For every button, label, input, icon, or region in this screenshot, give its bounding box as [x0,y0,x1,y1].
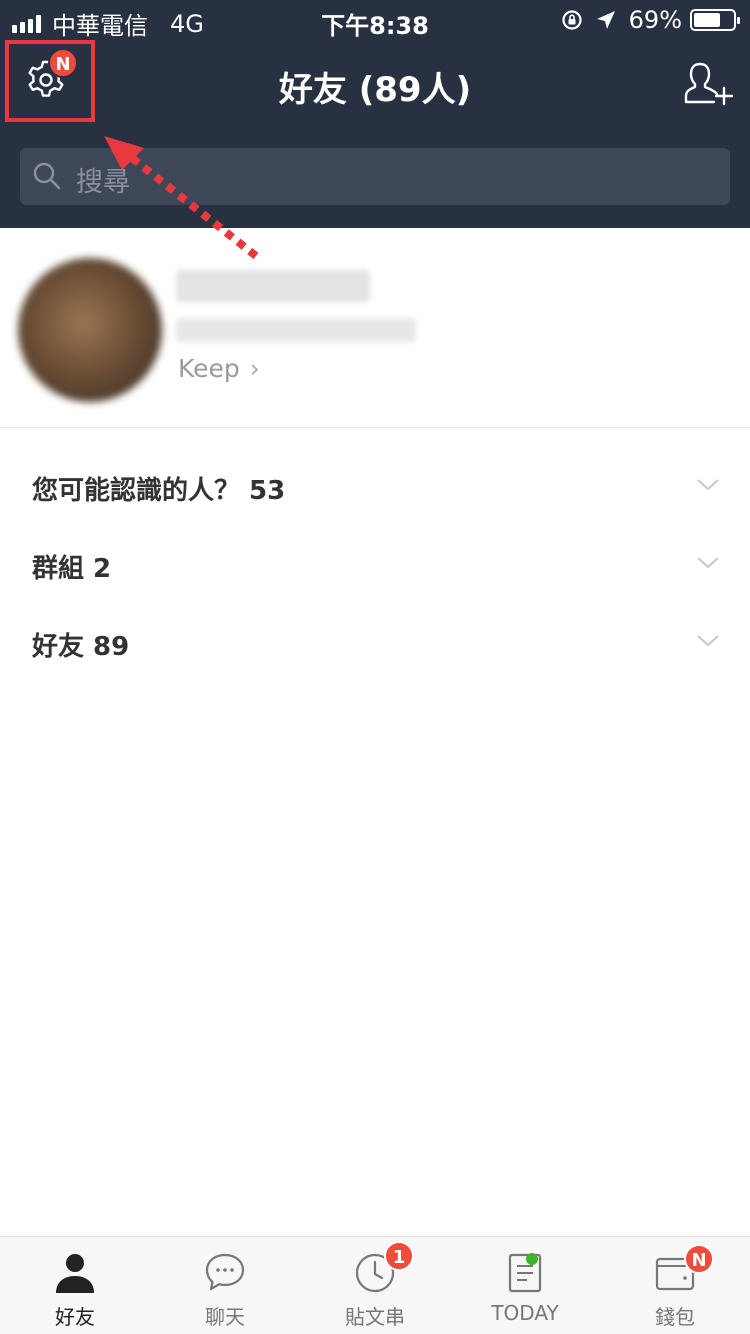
today-new-dot [526,1253,538,1265]
search-input[interactable]: 搜尋 [20,148,730,205]
status-right: 69% [561,6,740,34]
my-profile-row[interactable]: Keep › [0,228,750,428]
timeline-count-badge: 1 [384,1241,414,1271]
chevron-down-icon [697,635,719,647]
header-bar: 中華電信 4G 下午8:38 69% N 好友 (89人) 搜尋 [0,0,750,228]
tab-chats[interactable]: 聊天 [150,1237,300,1334]
wallet-new-badge: N [684,1244,714,1274]
friend-sections: 您可能認識的人？ 53 群組 2 好友 89 [0,448,750,682]
tab-bar: 好友 聊天 貼文串 1 TODAY 錢包 [0,1236,750,1334]
tab-today[interactable]: TODAY [450,1237,600,1334]
tab-wallet[interactable]: 錢包 [600,1237,750,1334]
avatar [18,258,162,402]
person-icon [56,1254,94,1293]
tab-timeline[interactable]: 貼文串 1 [300,1237,450,1334]
battery-fill [694,13,720,27]
chevron-down-icon [697,557,719,569]
location-arrow-icon [596,11,615,29]
tab-label: 好友 [55,1305,95,1329]
tab-label: TODAY [491,1301,559,1325]
tab-label: 聊天 [205,1305,245,1329]
document-icon [508,1253,542,1293]
page-title: 好友 (89人) [278,70,472,110]
battery-percent: 69% [628,6,682,34]
search-placeholder: 搜尋 [76,167,130,198]
status-bar: 中華電信 4G 下午8:38 69% [0,0,750,40]
rotation-lock-icon [562,10,582,30]
chevron-right-icon: › [249,354,260,383]
section-label: 群組 2 [32,554,112,584]
tab-label: 錢包 [655,1305,695,1329]
section-label: 好友 89 [32,632,130,662]
add-friend-icon [684,62,734,106]
section-label: 您可能認識的人？ 53 [32,476,286,506]
section-groups[interactable]: 群組 2 [0,526,750,604]
tab-label: 貼文串 [345,1305,405,1329]
profile-status-blurred [176,318,416,342]
add-friend-button[interactable] [684,60,736,108]
profile-name-blurred [176,270,370,302]
tab-friends[interactable]: 好友 [0,1237,150,1334]
keep-link[interactable]: Keep › [178,354,260,383]
chevron-down-icon [697,479,719,491]
chat-bubble-icon [205,1253,245,1291]
section-friends[interactable]: 好友 89 [0,604,750,682]
search-icon [33,162,61,190]
section-suggested-people[interactable]: 您可能認識的人？ 53 [0,448,750,526]
keep-label: Keep [178,354,240,383]
battery-icon [690,9,740,31]
